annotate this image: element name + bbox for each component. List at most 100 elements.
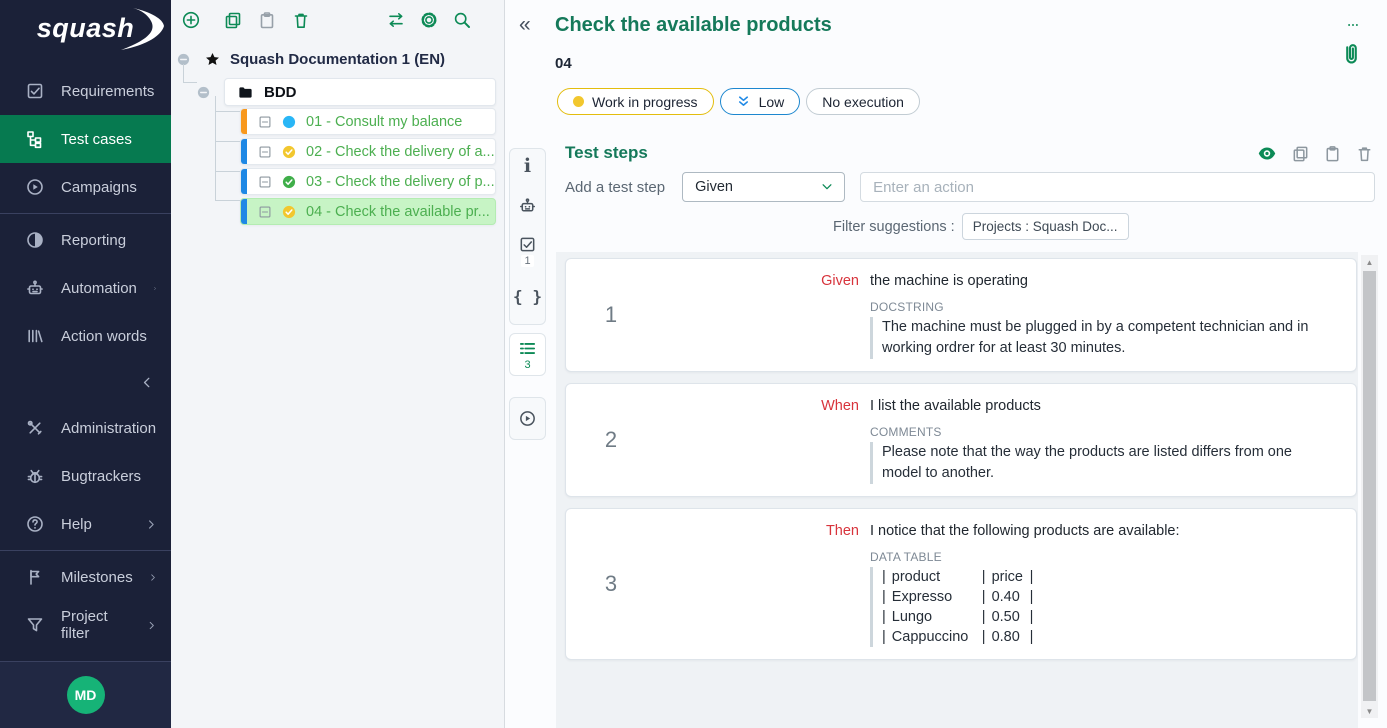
collapse-folder-icon[interactable] — [196, 85, 211, 100]
sidebar-item-label: Test cases — [61, 131, 132, 148]
requirements-icon — [25, 81, 45, 101]
collapse-item-icon[interactable] — [258, 145, 272, 159]
collapse-item-icon[interactable] — [258, 175, 272, 189]
tree-item-3[interactable]: 03 - Check the delivery of p... — [240, 168, 496, 195]
test-step-3[interactable]: 3 Then I notice that the following produ… — [565, 508, 1357, 660]
administration-icon — [25, 418, 45, 438]
tree-item-1[interactable]: 01 - Consult my balance — [240, 108, 496, 135]
scrollbar-thumb[interactable] — [1363, 271, 1376, 701]
sidebar-item-milestones[interactable]: Milestones — [0, 553, 171, 601]
vertical-scrollbar[interactable]: ▲ ▼ — [1361, 255, 1378, 718]
sidebar-item-label: Action words — [61, 328, 147, 345]
project-filter-icon — [25, 615, 45, 635]
attachments-icon[interactable] — [1339, 40, 1364, 68]
status-check-icon — [281, 204, 297, 220]
automation-priority-bar — [241, 139, 247, 164]
paste-icon[interactable] — [257, 10, 277, 30]
search-icon[interactable] — [452, 10, 472, 30]
transfer-icon[interactable] — [386, 10, 406, 30]
test-case-tree: Squash Documentation 1 (EN) BDD 01 - Con… — [171, 40, 504, 225]
step-keyword: Given — [656, 271, 859, 291]
filter-projects-chip[interactable]: Projects : Squash Doc... — [962, 213, 1129, 240]
tree-folder-row: BDD — [171, 78, 504, 106]
filter-suggestions-row: Filter suggestions : Projects : Squash D… — [833, 213, 1129, 240]
test-step-2[interactable]: 2 When I list the available products COM… — [565, 383, 1357, 497]
play-tab-icon[interactable] — [518, 409, 537, 428]
robot-tab-icon[interactable] — [518, 196, 537, 215]
step-action-text: I notice that the following products are… — [859, 521, 1342, 541]
paste-steps-icon[interactable] — [1323, 144, 1342, 163]
sidebar-item-label: Campaigns — [61, 179, 137, 196]
reference: 04 — [555, 55, 572, 72]
favorite-star-icon — [204, 51, 221, 68]
folder-label: BDD — [264, 84, 297, 101]
step-action-text: the machine is operating — [859, 271, 1342, 291]
main-panel: « Check the available products 04 Work i… — [506, 0, 1387, 728]
sidebar-item-label: Requirements — [61, 83, 154, 100]
delete-steps-icon[interactable] — [1355, 144, 1374, 163]
sidebar-nav: Requirements Test cases Campaigns Report… — [0, 57, 171, 649]
status-badge[interactable]: Work in progress — [557, 88, 714, 115]
delete-icon[interactable] — [291, 10, 311, 30]
execution-badge: No execution — [806, 88, 920, 115]
test-step-1[interactable]: 1 Given the machine is operating DOCSTRI… — [565, 258, 1357, 372]
step-block-label: DOCSTRING — [870, 300, 1342, 314]
settings-icon[interactable] — [419, 10, 439, 30]
tree-toolbar — [171, 0, 504, 40]
collapse-item-icon[interactable] — [258, 115, 272, 129]
campaigns-icon — [25, 177, 45, 197]
tree-item-label: 01 - Consult my balance — [306, 114, 462, 130]
tree-item-4[interactable]: 04 - Check the available pr... — [240, 198, 496, 225]
copy-icon[interactable] — [223, 10, 243, 30]
sidebar-item-test-cases[interactable]: Test cases — [0, 115, 171, 163]
list-tab-icon[interactable]: 3 — [518, 339, 537, 371]
step-number: 3 — [605, 571, 617, 597]
folder-node[interactable]: BDD — [224, 78, 496, 106]
automation-icon — [25, 278, 45, 298]
collapse-panel-icon[interactable]: « — [519, 14, 531, 35]
sidebar-item-campaigns[interactable]: Campaigns — [0, 163, 171, 211]
chevron-right-icon — [146, 519, 157, 530]
tree-item-2[interactable]: 02 - Check the delivery of a... — [240, 138, 496, 165]
scroll-down-icon[interactable]: ▼ — [1361, 704, 1378, 718]
sidebar-item-action-words[interactable]: Action words — [0, 312, 171, 360]
sidebar-item-automation[interactable]: Automation — [0, 264, 171, 312]
preview-icon[interactable] — [1256, 144, 1278, 163]
filter-suggestions-label: Filter suggestions : — [833, 219, 955, 235]
project-label: Squash Documentation 1 (EN) — [230, 51, 445, 68]
copy-steps-icon[interactable] — [1291, 144, 1310, 163]
sidebar-item-label: Automation — [61, 280, 137, 297]
divider — [0, 213, 171, 214]
sidebar-item-requirements[interactable]: Requirements — [0, 67, 171, 115]
step-data-table: |product|price||Expresso|0.40||Lungo|0.5… — [870, 567, 1342, 647]
info-tab-icon[interactable]: i — [524, 157, 531, 176]
sidebar-item-administration[interactable]: Administration — [0, 404, 171, 452]
automation-priority-bar — [241, 109, 247, 134]
tree-item-label: 02 - Check the delivery of a... — [306, 144, 495, 160]
scroll-up-icon[interactable]: ▲ — [1361, 255, 1378, 269]
sidebar-item-bugtrackers[interactable]: Bugtrackers — [0, 452, 171, 500]
sidebar-item-help[interactable]: Help — [0, 500, 171, 548]
tree-root-row[interactable]: Squash Documentation 1 (EN) — [171, 46, 504, 72]
checklist-tab-icon[interactable]: 1 — [518, 235, 537, 267]
test-steps-header: Test steps — [565, 143, 1374, 163]
user-avatar[interactable]: MD — [67, 676, 105, 714]
sidebar-item-reporting[interactable]: Reporting — [0, 216, 171, 264]
milestones-icon — [25, 567, 45, 587]
importance-badge[interactable]: Low — [720, 88, 801, 115]
braces-tab-icon[interactable]: { } — [513, 287, 542, 306]
sidebar-collapse-button[interactable] — [0, 360, 171, 404]
badge-row: Work in progress Low No execution — [557, 88, 920, 115]
keyword-select[interactable]: Given — [682, 172, 845, 202]
collapse-item-icon[interactable] — [258, 205, 272, 219]
importance-badge-label: Low — [759, 94, 785, 110]
more-actions-icon[interactable] — [1343, 19, 1363, 31]
sidebar-item-label: Project filter — [61, 608, 131, 642]
status-check-icon — [281, 174, 297, 190]
sidebar-item-project-filter[interactable]: Project filter — [0, 601, 171, 649]
app-logo: squash — [0, 0, 171, 57]
page-title: Check the available products — [555, 14, 832, 37]
action-input[interactable] — [860, 172, 1375, 202]
action-words-icon — [25, 326, 45, 346]
add-icon[interactable] — [181, 10, 201, 30]
